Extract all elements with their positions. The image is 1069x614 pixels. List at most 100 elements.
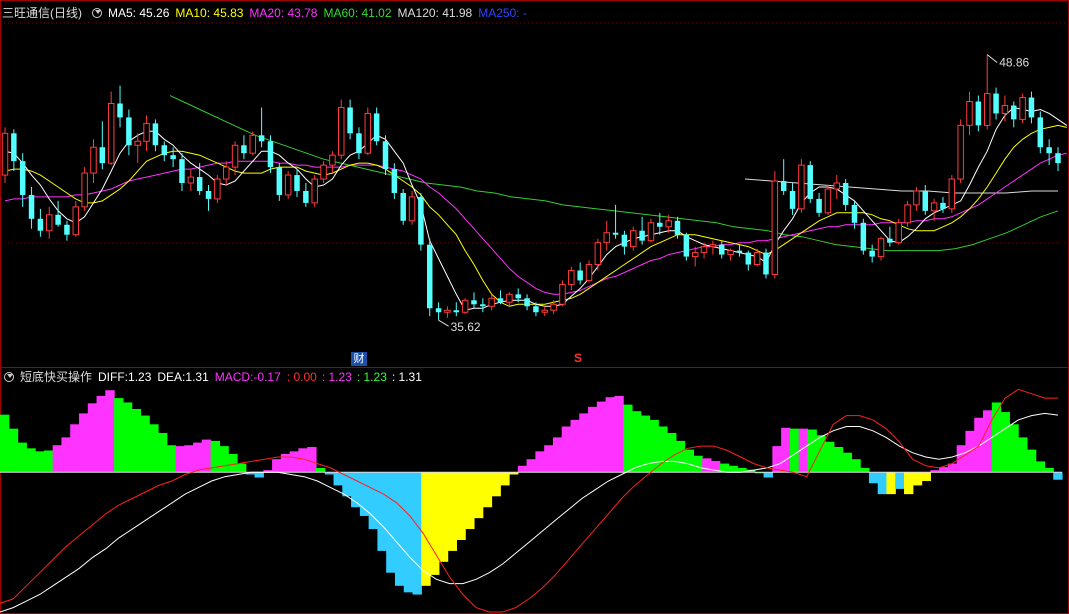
candle-body [957,124,964,180]
macd-bar [175,446,185,473]
candle-body [506,293,513,303]
ma-legend-item: MA10: 45.83 [175,6,244,20]
macd-bar [43,450,54,473]
candle-body [993,93,999,114]
candle-body [966,101,973,126]
candle-body [187,176,195,184]
candle-body [948,178,956,210]
candle-body [577,270,583,281]
stock-title[interactable]: 三旺通信(日线) [2,4,82,22]
candle-body [1019,97,1026,120]
macd-bar [114,398,124,473]
candle-body [143,122,150,142]
candle-body [913,190,920,206]
macd-bar [886,472,896,495]
candle-body [930,202,938,212]
candle-body [612,232,619,235]
ma-legend: MA5: 45.26 MA10: 45.83 MA20: 43.78 MA60: 41… [108,4,533,22]
macd-bar [526,459,536,473]
candle-body [559,283,566,305]
candle-body [975,101,982,126]
candle-body [621,234,628,247]
candle-body [630,230,637,248]
macd-bar [122,402,133,473]
candle-body [134,140,141,146]
candle-body [807,165,813,199]
macd-bar [315,467,326,473]
candle-body [418,196,424,245]
macd-bar [667,433,677,473]
candle-body [284,174,292,196]
macd-bar [631,411,642,473]
candle-body [1,132,9,176]
macd-bar [421,472,431,586]
macd-bar [438,472,449,562]
diff-value: 1.23 [128,370,152,384]
candle-body [81,172,88,208]
finance-marker[interactable]: 财 [351,352,367,366]
macd-bar [430,472,440,575]
macd-bar [842,452,852,473]
dea-value: 1.31 [185,370,209,384]
macd-bar [623,404,633,473]
s-marker[interactable]: S [574,351,582,365]
macd-bar [219,446,229,473]
candle-body [657,222,663,227]
candle-body [19,161,26,195]
ma-legend-item: MA250: - [478,6,527,20]
macd-bar [649,419,659,473]
candle-body [585,264,593,281]
low-pointer [438,319,449,327]
macd-bar [544,445,554,473]
macd-bar [588,406,598,473]
candle-body [719,244,725,255]
high-price-label: 48.86 [999,56,1029,70]
candle-body [1011,105,1017,120]
macd-bar [149,424,159,473]
candle-body [408,196,416,222]
macd-bar [17,442,27,473]
macd-bar [254,472,264,478]
indicator-name[interactable]: 短底快买操作 [20,368,92,386]
macd-bar [26,448,36,473]
macd-bar [596,401,607,473]
candle-body [320,164,327,180]
macd-bar [702,458,712,473]
macd-bar [228,453,238,473]
stock-chart[interactable]: 48.86 35.62 [0,0,1069,614]
candle-body [851,204,858,223]
macd-bar [781,427,791,473]
candle-body [241,145,247,154]
candle-body [895,222,902,244]
macd-bar [517,465,528,473]
ma-legend-item: MA20: 43.78 [249,6,318,20]
candle-body [524,298,530,307]
macd-bar [675,440,686,473]
macd-bar [35,451,45,473]
candle-body [196,177,203,191]
macd-bar [52,445,63,473]
candle-body [11,133,17,162]
macd-bar [0,414,10,473]
ma-legend-item: MA120: 41.98 [397,6,473,20]
candle-body [1046,147,1052,154]
macd-bar [78,413,89,473]
macd-bar [193,442,203,473]
indicator-header: 短底快买操作 DIFF: 1.23 DEA: 1.31 MACD: -0.17 … [0,368,427,386]
macd-bar [860,467,870,473]
dropdown-circle-icon[interactable] [4,372,14,382]
candle-body [842,183,849,205]
macd-bar [1035,461,1046,473]
macd-bar [412,472,422,595]
candle-body [37,218,44,231]
macd-bar [447,472,457,551]
macd-bar [394,472,405,586]
macd-bar [289,451,300,473]
candle-body [46,214,53,232]
macd-bar [614,395,624,473]
dropdown-circle-icon[interactable] [92,8,102,18]
macd-bar [833,446,844,473]
macd-bar [61,437,71,473]
candle-body [727,250,734,256]
candle-body [860,222,867,251]
